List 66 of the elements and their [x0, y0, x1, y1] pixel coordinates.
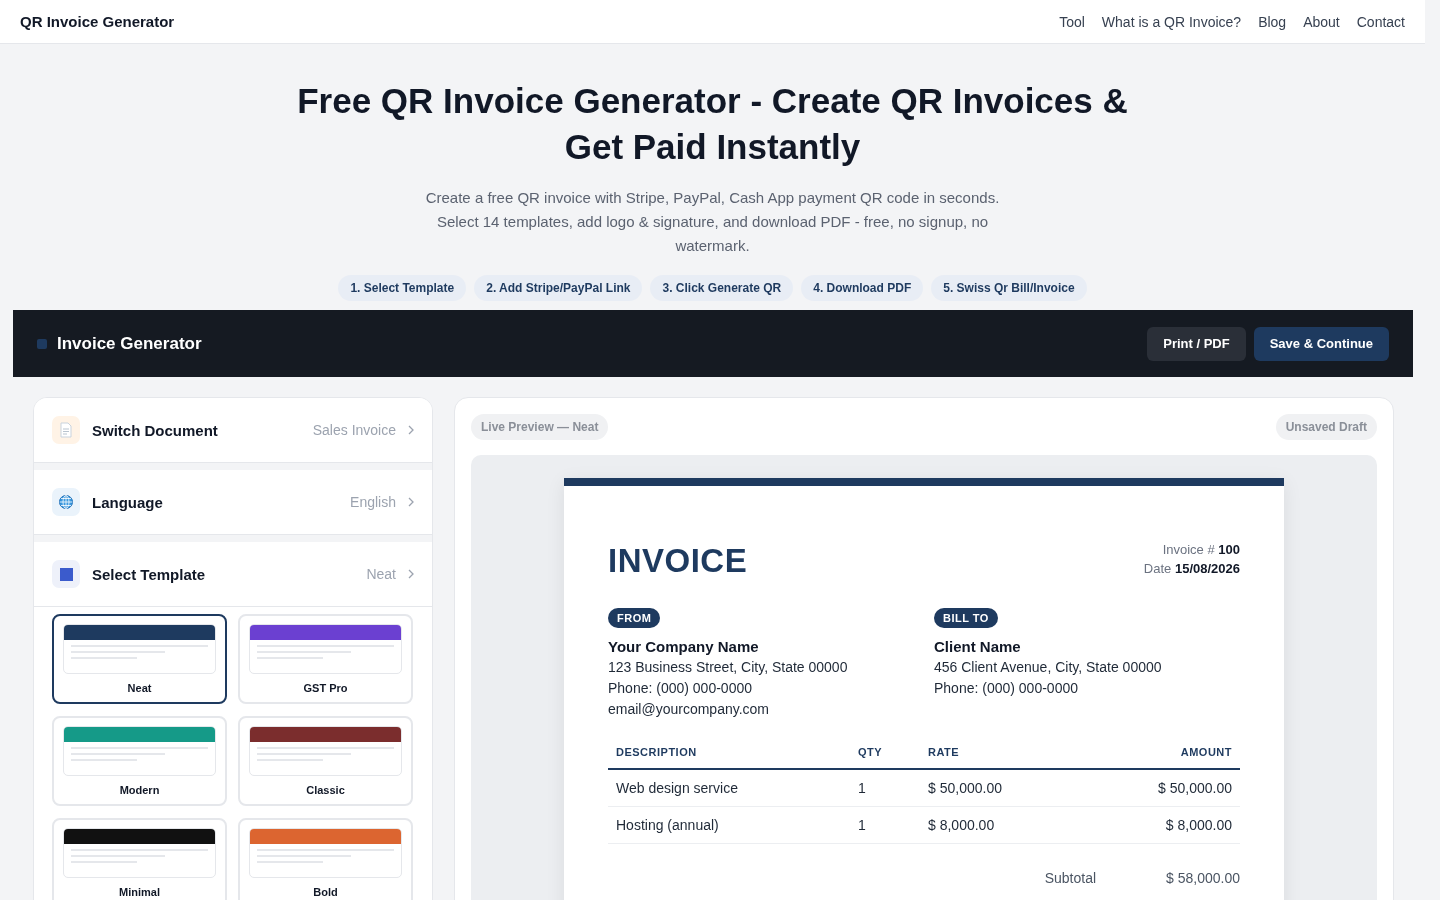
table-cell: $ 8,000.00	[1080, 806, 1240, 843]
template-card[interactable]: Bold	[238, 818, 413, 900]
setting-value: Neat	[366, 566, 396, 582]
column-header: RATE	[920, 746, 1080, 769]
chevron-icon	[408, 497, 414, 507]
column-header: AMOUNT	[1080, 746, 1240, 769]
column-header: QTY	[850, 746, 920, 769]
status-badge: Unsaved Draft	[1275, 414, 1377, 440]
table-cell: $ 8,000.00	[920, 806, 1080, 843]
brand-name[interactable]: QR Invoice Generator	[20, 13, 175, 30]
nav-link[interactable]: Tool	[1059, 13, 1085, 30]
save-button[interactable]: Save & Continue	[1253, 326, 1389, 361]
step-chip: 5. Swiss Qr Bill/Invoice	[931, 275, 1087, 301]
setting-row[interactable]: Language English	[34, 470, 432, 535]
setting-row[interactable]: Select Template Neat	[34, 542, 432, 607]
square-icon	[52, 560, 80, 588]
preview-label: Live Preview — Neat	[471, 414, 609, 440]
invoice-date: Date 15/08/2026	[1143, 561, 1240, 576]
setting-label: Switch Document	[92, 421, 219, 439]
step-chip: 1. Select Template	[338, 275, 467, 301]
square-icon	[37, 338, 47, 349]
template-card[interactable]: Classic	[238, 716, 413, 806]
setting-value: Sales Invoice	[312, 422, 396, 438]
page-subtitle: Create a free QR invoice with Stripe, PayPal, Cash App payment QR code in seconds. Select 14 templates, add logo & signature, and download PDF - free, no signup, no watermark.	[424, 188, 1001, 256]
template-card[interactable]: GST Pro	[238, 614, 413, 704]
nav-link[interactable]: About	[1303, 13, 1340, 30]
setting-label: Language	[92, 493, 164, 511]
nav-link[interactable]: Contact	[1356, 13, 1405, 30]
nav-link[interactable]: Blog	[1258, 13, 1287, 30]
invoice-number: Invoice # 100	[1162, 542, 1240, 557]
template-card[interactable]: Neat	[52, 614, 227, 704]
nav-link[interactable]: What is a QR Invoice?	[1101, 13, 1242, 30]
page-title: Free QR Invoice Generator - Create QR Invoices & Get Paid Instantly	[296, 80, 1129, 168]
setting-label: Select Template	[92, 565, 207, 583]
table-cell: $ 50,000.00	[1080, 769, 1240, 806]
table-cell: 1	[850, 769, 920, 806]
subtotal-value: $ 58,000.00	[1166, 869, 1240, 886]
step-chip: 3. Click Generate QR	[650, 275, 794, 301]
table-cell: $ 50,000.00	[920, 769, 1080, 806]
party-detail: email@yourcompany.com	[608, 700, 769, 719]
party-detail: Phone: (000) 000-0000	[934, 679, 1078, 698]
party-detail: 123 Business Street, City, State 00000	[608, 658, 848, 677]
template-card[interactable]: Modern	[52, 716, 227, 806]
party-name: Client Name	[934, 638, 1021, 655]
chevron-icon	[408, 569, 414, 579]
toolbar-title: Invoice Generator	[57, 333, 202, 354]
chevron-icon	[408, 425, 414, 435]
party-tag: BILL TO	[934, 608, 998, 628]
step-chip: 2. Add Stripe/PayPal Link	[474, 275, 643, 301]
setting-row[interactable]: Switch Document Sales Invoice	[34, 398, 432, 463]
document-icon	[52, 416, 80, 444]
globe-icon	[52, 488, 80, 516]
subtotal-label: Subtotal	[1044, 869, 1097, 886]
column-header: DESCRIPTION	[608, 746, 850, 769]
table-cell: 1	[850, 806, 920, 843]
party-detail: 456 Client Avenue, City, State 00000	[934, 658, 1162, 677]
print-button[interactable]: Print / PDF	[1147, 326, 1246, 361]
party-detail: Phone: (000) 000-0000	[608, 679, 752, 698]
setting-value: English	[350, 494, 396, 510]
step-chip: 4. Download PDF	[801, 275, 924, 301]
table-cell: Hosting (annual)	[608, 806, 850, 843]
party-tag: FROM	[608, 608, 661, 628]
invoice-title: INVOICE	[608, 542, 748, 580]
table-cell: Web design service	[608, 769, 850, 806]
party-name: Your Company Name	[608, 638, 759, 655]
template-card[interactable]: Minimal	[52, 818, 227, 900]
